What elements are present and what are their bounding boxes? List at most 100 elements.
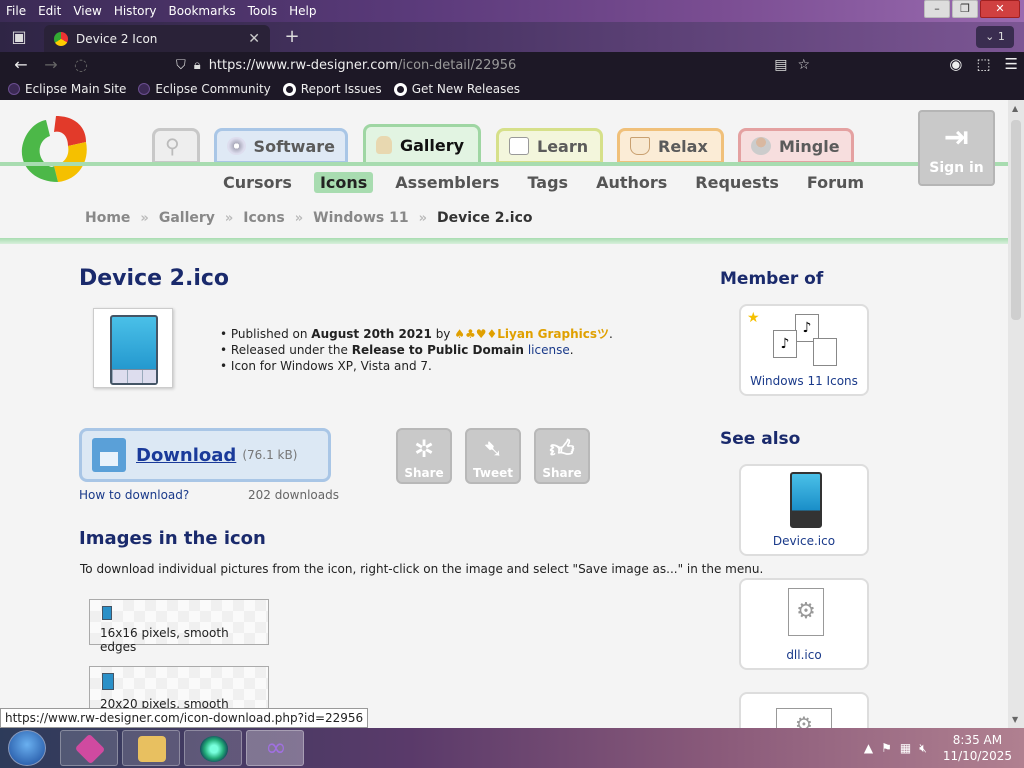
hamburger-menu-icon[interactable]: ☰ — [1005, 55, 1018, 73]
device-icon — [102, 606, 112, 620]
see-also-card[interactable]: ⚙ — [739, 692, 869, 728]
page-viewport: ⚲ Software Gallery Learn Relax Mingle ⇥ … — [0, 100, 1008, 728]
bookmark-eclipse-main-site[interactable]: Eclipse Main Site — [8, 82, 126, 96]
menu-bookmarks[interactable]: Bookmarks — [163, 4, 242, 18]
taskbar-app-explorer[interactable] — [122, 730, 180, 766]
see-also-card[interactable]: ⚙ dll.ico — [739, 578, 869, 670]
menu-history[interactable]: History — [108, 4, 163, 18]
rw-designer-favicon-icon — [54, 31, 68, 46]
share-like-button[interactable]: 👍︎ Share — [534, 428, 590, 484]
site-tab-label: Learn — [537, 136, 589, 156]
reader-view-icon[interactable]: ▤ — [774, 57, 787, 73]
site-header: ⚲ Software Gallery Learn Relax Mingle ⇥ … — [0, 100, 1008, 245]
tab-close-icon[interactable]: ✕ — [248, 31, 260, 47]
icon-preview[interactable] — [93, 308, 173, 388]
page-scrollbar[interactable]: ▲ ▼ — [1008, 100, 1024, 728]
how-to-download-link[interactable]: How to download? — [79, 488, 189, 502]
scroll-up-icon[interactable]: ▲ — [1012, 104, 1018, 113]
icon-image-16[interactable]: 16x16 pixels, smooth edges — [89, 599, 269, 654]
minimize-button[interactable]: – — [924, 0, 950, 18]
site-search-tab[interactable]: ⚲ — [152, 128, 200, 164]
tweet-button[interactable]: ➷ Tweet — [465, 428, 521, 484]
subnav-authors[interactable]: Authors — [590, 172, 673, 193]
menu-tools[interactable]: Tools — [242, 4, 284, 18]
bookmark-label: Eclipse Community — [155, 82, 271, 96]
new-tab-button[interactable]: + — [280, 27, 304, 49]
coffee-cup-icon — [630, 137, 650, 155]
breadcrumb: Home » Gallery » Icons » Windows 11 » De… — [85, 210, 533, 226]
taskbar: ∞ ▲ ⚑ ▦ 🔇︎ 8:35 AM 11/10/2025 — [0, 728, 1024, 768]
menu-file[interactable]: File — [0, 4, 32, 18]
vase-icon — [376, 136, 392, 154]
pink-cube-icon — [74, 733, 106, 765]
subnav-tags[interactable]: Tags — [521, 172, 574, 193]
bookmark-get-new-releases[interactable]: Get New Releases — [393, 82, 520, 96]
site-tab-learn[interactable]: Learn — [496, 128, 603, 164]
image-caption: 16x16 pixels, smooth edges — [100, 626, 229, 654]
browser-tab-active[interactable]: Device 2 Icon ✕ — [44, 25, 270, 52]
subnav-forum[interactable]: Forum — [801, 172, 870, 193]
bookmark-star-icon[interactable]: ☆ — [797, 57, 810, 73]
bookmark-eclipse-community[interactable]: Eclipse Community — [138, 82, 271, 96]
header-bottom-band — [0, 238, 1008, 244]
maximize-button[interactable]: ❐ — [952, 0, 978, 18]
sign-in-icon: ⇥ — [943, 120, 970, 155]
breadcrumb-windows-11[interactable]: Windows 11 — [313, 210, 408, 226]
compatibility-note: Icon for Windows XP, Vista and 7. — [230, 359, 432, 373]
download-label[interactable]: Download — [136, 445, 236, 466]
site-tab-relax[interactable]: Relax — [617, 128, 724, 164]
see-also-card[interactable]: Device.ico — [739, 464, 869, 556]
system-tray: ▲ ⚑ ▦ 🔇︎ 8:35 AM 11/10/2025 — [864, 730, 1012, 766]
share-bluesky-button[interactable]: ✲ Share — [396, 428, 452, 484]
see-also-label[interactable]: dll.ico — [741, 648, 867, 662]
loading-icon[interactable]: ◌ — [66, 53, 96, 77]
tray-expand-icon[interactable]: ▲ — [864, 741, 873, 755]
download-size: (76.1 kB) — [242, 448, 298, 462]
network-icon[interactable]: ▦ — [900, 741, 911, 755]
tab-overview-icon[interactable]: ▣ — [6, 26, 32, 50]
status-url-tooltip: https://www.rw-designer.com/icon-downloa… — [0, 708, 369, 728]
shield-icon[interactable]: ⛉ — [176, 58, 186, 73]
see-also-label[interactable]: Device.ico — [741, 534, 867, 548]
rw-designer-logo-icon[interactable] — [16, 112, 96, 186]
menu-edit[interactable]: Edit — [32, 4, 67, 18]
close-window-button[interactable]: ✕ — [980, 0, 1020, 18]
subnav-icons[interactable]: Icons — [313, 172, 374, 193]
taskbar-app-browser[interactable] — [184, 730, 242, 766]
license-link[interactable]: license — [528, 343, 570, 357]
scrollbar-thumb[interactable] — [1011, 120, 1021, 320]
share-label: Share — [404, 466, 444, 480]
author-link[interactable]: ♠♣♥♦Liyan Graphicsツ — [454, 327, 609, 341]
sign-in-button[interactable]: ⇥ Sign in — [918, 110, 995, 186]
site-tab-gallery[interactable]: Gallery — [363, 124, 481, 166]
action-center-icon[interactable]: ⚑ — [881, 741, 892, 755]
member-of-label[interactable]: Windows 11 Icons — [741, 374, 867, 388]
extensions-icon[interactable]: ⬚ — [976, 55, 990, 73]
member-of-card[interactable]: ★ ♪ ♪ Windows 11 Icons — [739, 304, 869, 396]
breadcrumb-icons[interactable]: Icons — [243, 210, 284, 226]
start-button[interactable] — [8, 730, 46, 766]
menu-view[interactable]: View — [67, 4, 107, 18]
bookmark-report-issues[interactable]: Report Issues — [282, 82, 382, 96]
back-button[interactable]: ← — [6, 53, 36, 77]
lock-icon[interactable]: 🔒︎ — [194, 58, 201, 73]
subnav-assemblers[interactable]: Assemblers — [389, 172, 505, 193]
volume-muted-icon[interactable]: 🔇︎ — [919, 741, 927, 756]
taskbar-app-eclipse[interactable]: ∞ — [246, 730, 304, 766]
address-bar[interactable]: ⛉ 🔒︎ https://www.rw-designer.com/icon-de… — [176, 54, 816, 76]
forward-button[interactable]: → — [36, 53, 66, 77]
account-icon[interactable]: ◉ — [949, 55, 962, 73]
clock-date: 11/10/2025 — [942, 749, 1012, 763]
site-tab-mingle[interactable]: Mingle — [738, 128, 854, 164]
menu-help[interactable]: Help — [283, 4, 322, 18]
taskbar-app-rw-designer[interactable] — [60, 730, 118, 766]
tab-list-button[interactable]: ⌄ 1 — [976, 26, 1014, 48]
breadcrumb-gallery[interactable]: Gallery — [159, 210, 215, 226]
scroll-down-icon[interactable]: ▼ — [1012, 715, 1018, 724]
breadcrumb-home[interactable]: Home — [85, 210, 130, 226]
clock[interactable]: 8:35 AM 11/10/2025 — [943, 732, 1012, 764]
site-tab-software[interactable]: Software — [214, 128, 348, 164]
subnav-cursors[interactable]: Cursors — [217, 172, 298, 193]
subnav-requests[interactable]: Requests — [689, 172, 785, 193]
download-button[interactable]: Download (76.1 kB) — [79, 428, 331, 482]
